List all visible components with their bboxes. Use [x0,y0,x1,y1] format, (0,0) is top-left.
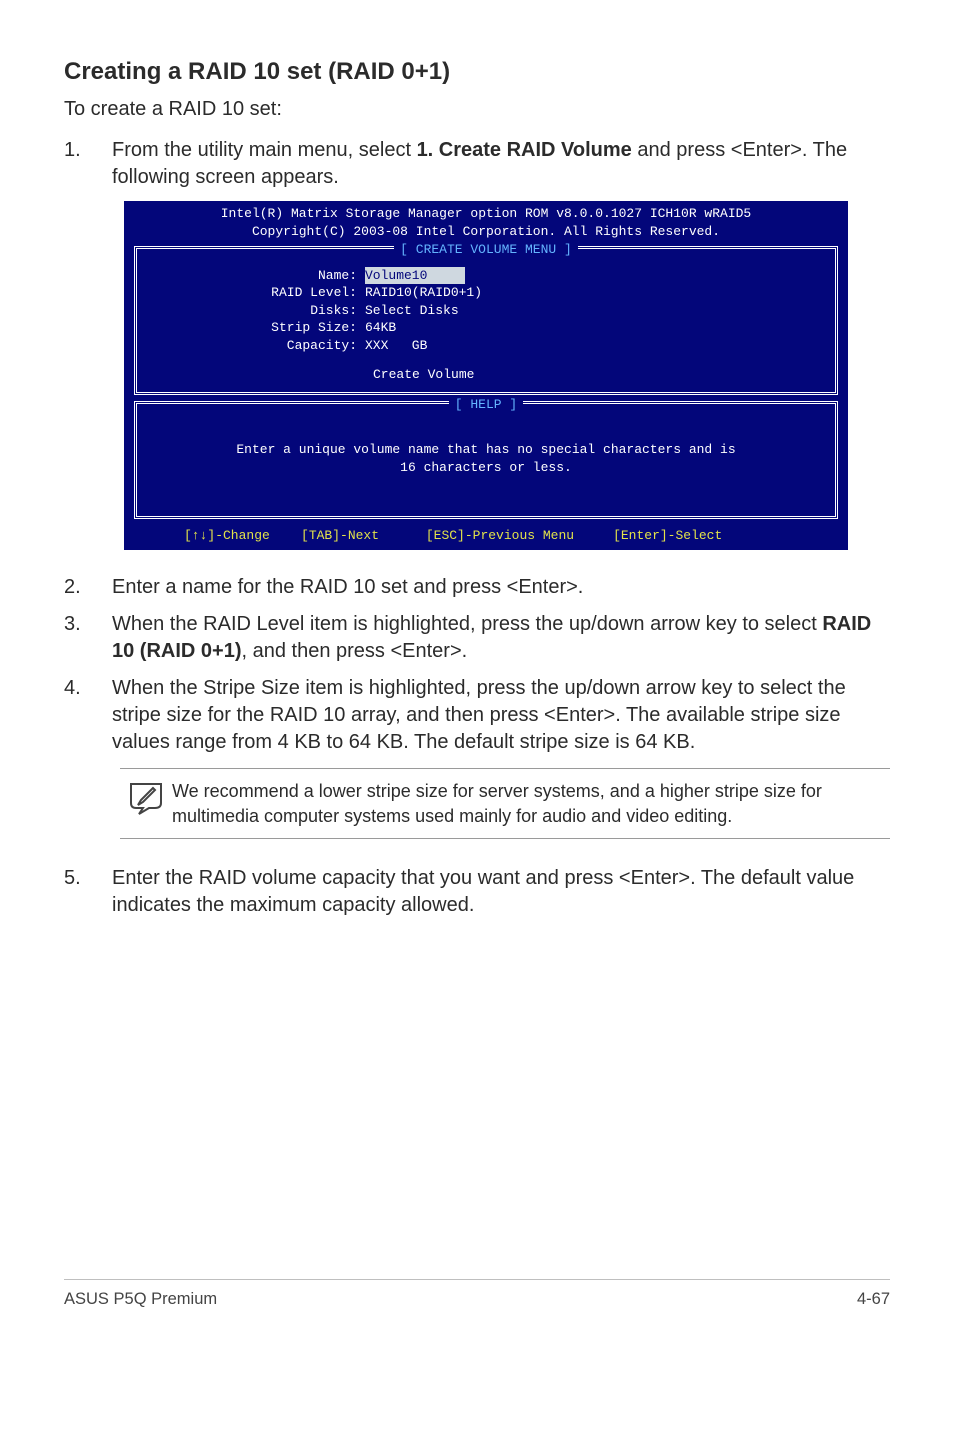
note-pencil-icon [120,779,172,815]
help-line-1: Enter a unique volume name that has no s… [145,441,827,459]
console-keyhints: [↑↓]-Change [TAB]-Next [ESC]-Previous Me… [124,525,848,551]
step-1-text-before: From the utility main menu, select [112,139,417,161]
step-3-text-after: , and then press <Enter>. [242,640,468,662]
help-title: [ HELP ] [449,397,523,412]
capacity-label: Capacity: [145,337,365,355]
step-5-text: Enter the RAID volume capacity that you … [112,865,890,919]
create-volume-menu-title: [ CREATE VOLUME MENU ] [394,242,578,257]
help-line-2: 16 characters or less. [145,459,827,477]
step-3-num: 3. [64,611,112,665]
step-4-text: When the Stripe Size item is highlighted… [112,675,890,756]
footer-right: 4-67 [857,1290,890,1309]
strip-size-value: 64KB [365,319,396,337]
raid-level-label: RAID Level: [145,284,365,302]
capacity-value: XXX GB [365,337,427,355]
step-3-text-before: When the RAID Level item is highlighted,… [112,613,822,635]
name-value: Volume10 [365,267,465,285]
create-volume-action: Create Volume [145,366,827,384]
step-4: 4. When the Stripe Size item is highligh… [64,675,890,756]
step-3: 3. When the RAID Level item is highlight… [64,611,890,665]
step-4-num: 4. [64,675,112,756]
step-1-bold: 1. Create RAID Volume [417,139,632,161]
disks-value: Select Disks [365,302,459,320]
step-1: 1. From the utility main menu, select 1.… [64,137,890,191]
create-volume-menu-box: [ CREATE VOLUME MENU ] Name: Volume10 RA… [134,246,838,395]
raid-level-value: RAID10(RAID0+1) [365,284,482,302]
intro-text: To create a RAID 10 set: [64,96,890,123]
step-2-num: 2. [64,574,112,601]
footer-left: ASUS P5Q Premium [64,1290,217,1309]
page-footer: ASUS P5Q Premium 4-67 [64,1279,890,1309]
name-label: Name: [145,267,365,285]
step-2-text: Enter a name for the RAID 10 set and pre… [112,574,890,601]
console-screenshot: Intel(R) Matrix Storage Manager option R… [124,201,848,550]
disks-label: Disks: [145,302,365,320]
step-5-num: 5. [64,865,112,919]
console-header-line1: Intel(R) Matrix Storage Manager option R… [132,205,840,223]
step-1-num: 1. [64,137,112,191]
note-box: We recommend a lower stripe size for ser… [120,768,890,839]
step-5: 5. Enter the RAID volume capacity that y… [64,865,890,919]
section-heading: Creating a RAID 10 set (RAID 0+1) [64,58,890,86]
help-box: [ HELP ] Enter a unique volume name that… [134,401,838,519]
console-header-line2: Copyright(C) 2003-08 Intel Corporation. … [132,223,840,241]
note-text: We recommend a lower stripe size for ser… [172,779,882,828]
strip-size-label: Strip Size: [145,319,365,337]
step-2: 2. Enter a name for the RAID 10 set and … [64,574,890,601]
